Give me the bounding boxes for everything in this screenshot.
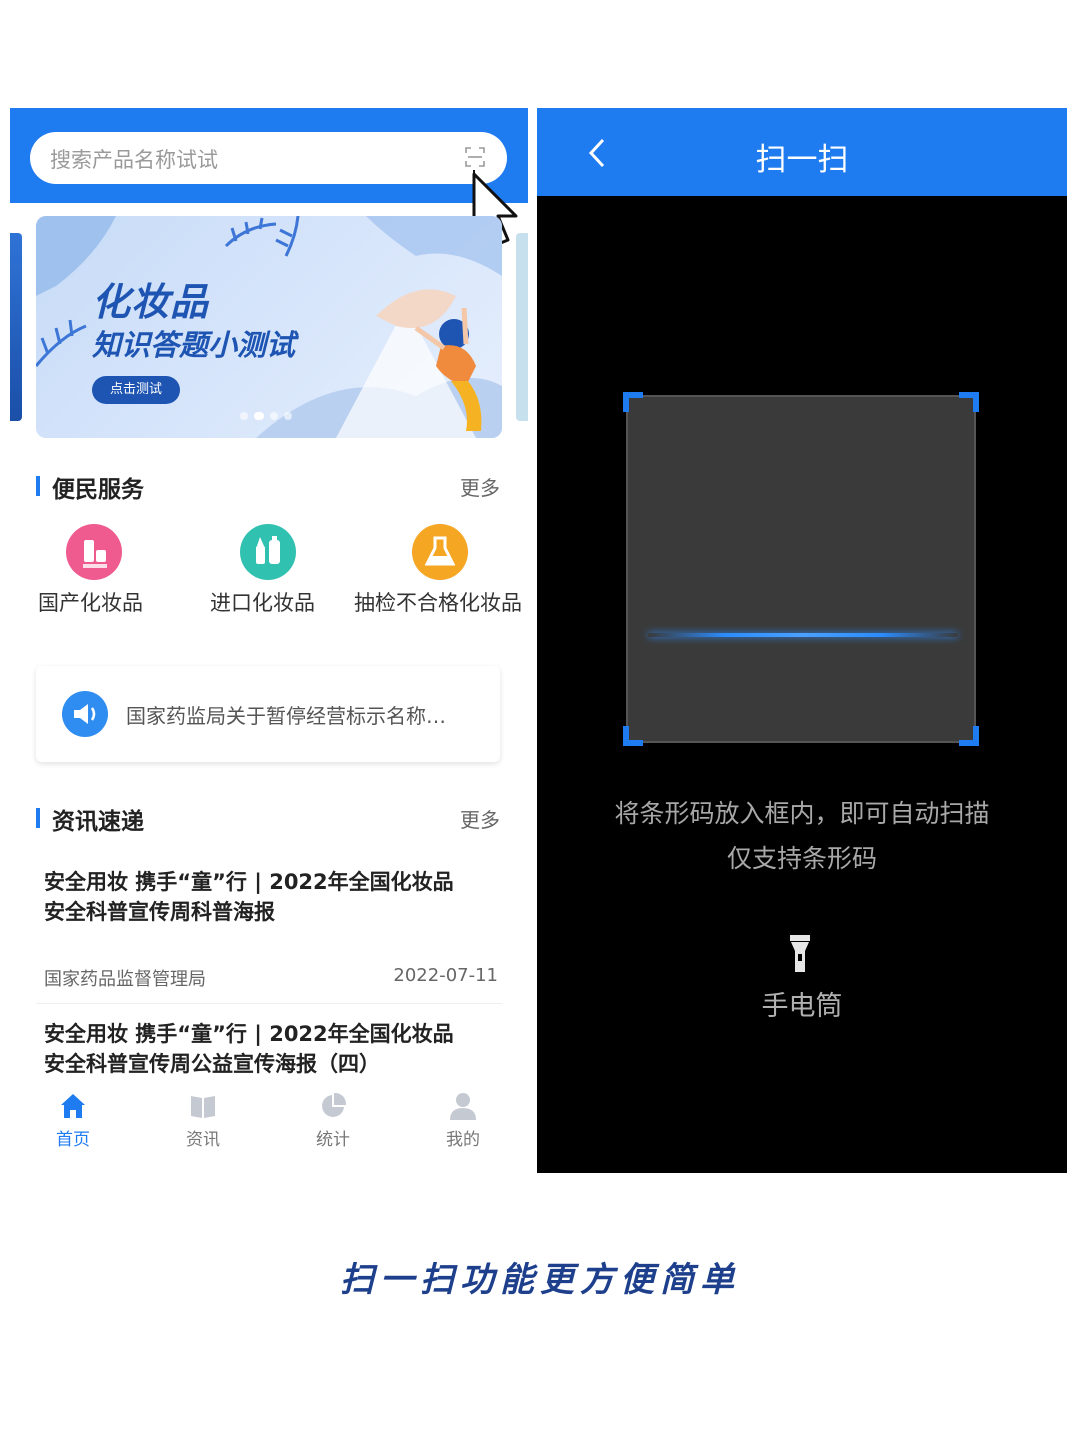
carousel-dot [240, 412, 248, 420]
lab-flask-icon [412, 524, 468, 580]
news-item-title: 安全用妆 携手“童”行 | 2022年全国化妆品 [44, 1022, 454, 1046]
section-accent-bar [36, 808, 40, 828]
viewfinder-corner [623, 726, 643, 746]
lipstick-bottle-icon [240, 524, 296, 580]
carousel-dots [240, 412, 292, 420]
banner-prev-peek[interactable] [10, 233, 22, 421]
carousel-dot [284, 412, 292, 420]
tab-label: 首页 [56, 1130, 90, 1150]
tab-profile[interactable]: 我的 [423, 1091, 503, 1150]
tab-label: 资讯 [186, 1130, 220, 1150]
scan-title: 扫一扫 [755, 142, 849, 178]
scan-hint: 将条形码放入框内，即可自动扫描 [614, 799, 990, 828]
scan-icon[interactable] [465, 147, 485, 167]
megaphone-icon [62, 691, 108, 737]
news-item-date: 2022-07-11 [393, 965, 498, 986]
home-icon [61, 1094, 85, 1118]
banner-title: 化妆品 [92, 280, 210, 324]
news-item-title: 安全科普宣传周科普海报 [44, 900, 275, 924]
bottom-tab-bar: 首页 资讯 统计 我的 [10, 1083, 528, 1173]
news-header: 资讯速递 更多 [36, 802, 502, 835]
announcement-card[interactable]: 国家药监局关于暂停经营标示名称… [36, 666, 500, 762]
tab-label: 我的 [446, 1130, 480, 1150]
scan-screen: 扫一扫 将条形码放入框内，即可自动扫描 仅支持条形码 手电筒 [537, 108, 1067, 1173]
caption-text: 扫一扫功能更方便简单 [340, 1260, 740, 1300]
news-item-title: 安全用妆 携手“童”行 | 2022年全国化妆品 [44, 870, 454, 894]
scan-line [648, 633, 958, 637]
news-item-title: 安全科普宣传周公益宣传海报（四） [44, 1052, 380, 1076]
carousel-dot [270, 412, 278, 420]
service-label: 国产化妆品 [38, 591, 143, 615]
quiz-banner[interactable]: 化妆品 知识答题小测试 点击测试 [36, 216, 502, 438]
section-accent-bar [36, 476, 40, 496]
scan-viewfinder [623, 392, 979, 746]
flashlight-button[interactable]: 手电筒 [537, 984, 1067, 1023]
news-title: 资讯速递 [52, 809, 144, 835]
divider [36, 1003, 502, 1004]
announcement-text: 国家药监局关于暂停经营标示名称… [126, 704, 446, 728]
top-bar: 搜索产品名称试试 [10, 108, 528, 203]
book-icon [191, 1096, 215, 1118]
services-header: 便民服务 更多 [36, 470, 502, 503]
news-item-source: 国家药品监督管理局 [44, 969, 206, 990]
cosmetics-bottles-icon [66, 524, 122, 580]
banner-subtitle: 知识答题小测试 [92, 328, 296, 362]
search-placeholder: 搜索产品名称试试 [50, 148, 218, 172]
user-icon [450, 1093, 476, 1120]
carousel-dot-active [254, 412, 264, 420]
flashlight-icon[interactable] [789, 934, 811, 974]
tab-label: 统计 [316, 1130, 350, 1150]
home-screen: 搜索产品名称试试 化妆品 知识答题小测试 点击测试 便民服务 更多 国产化妆品 … [10, 108, 528, 1173]
tab-news[interactable]: 资讯 [163, 1091, 243, 1150]
service-label: 抽检不合格化妆品 [354, 591, 522, 615]
services-title: 便民服务 [52, 477, 144, 503]
news-more-link[interactable]: 更多 [460, 804, 500, 833]
search-input[interactable]: 搜索产品名称试试 [30, 132, 507, 184]
banner-next-peek[interactable] [516, 233, 528, 421]
viewfinder-corner [959, 392, 979, 412]
pie-chart-icon [322, 1092, 347, 1117]
scan-top-bar: 扫一扫 [537, 108, 1067, 196]
start-quiz-button[interactable]: 点击测试 [92, 376, 180, 404]
viewfinder-corner [959, 726, 979, 746]
viewfinder-corner [623, 392, 643, 412]
scan-hint-barcode-only: 仅支持条形码 [726, 844, 877, 873]
tab-statistics[interactable]: 统计 [293, 1091, 373, 1150]
services-more-link[interactable]: 更多 [460, 472, 500, 501]
tab-home[interactable]: 首页 [33, 1091, 113, 1150]
